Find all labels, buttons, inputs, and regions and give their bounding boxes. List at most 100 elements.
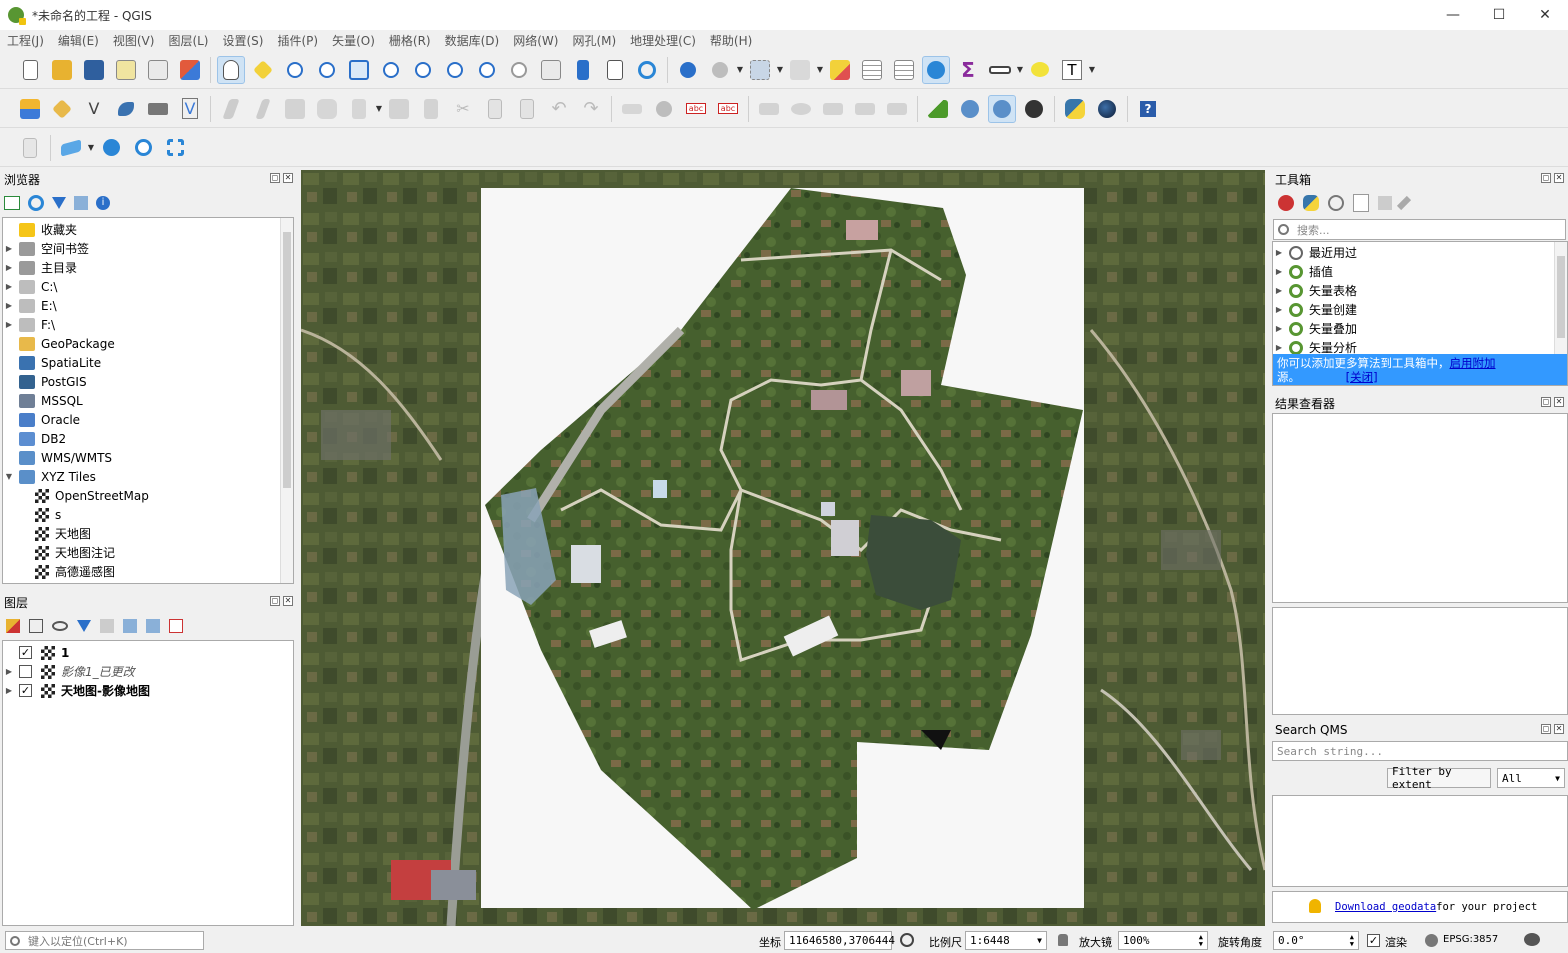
float-panel-button[interactable]: ◻ [1541,724,1551,734]
label-highlight-button[interactable]: abc [714,95,742,123]
expand-arrow-icon[interactable]: ▶ [3,301,15,310]
toolbox-group[interactable]: ▶ 插值 [1273,262,1567,281]
menu-vector[interactable]: 矢量(O) [325,32,382,49]
expand-arrow-icon[interactable]: ▶ [3,282,15,291]
menu-project[interactable]: 工程(J) [0,32,51,49]
layer-visibility-checkbox[interactable]: ✓ [19,684,32,697]
close-button[interactable]: ✕ [1522,0,1568,30]
style-manager-button[interactable] [176,56,204,84]
add-group-icon[interactable] [29,619,43,633]
qms-search-button[interactable] [988,94,1016,123]
enable-repository-link[interactable]: 启用附加 [1450,356,1496,370]
new-geopackage-layer-button[interactable] [48,95,76,123]
browser-item[interactable]: ▶ 空间书签 [3,239,293,258]
select-by-value-button[interactable] [786,56,814,84]
filter-icon[interactable] [77,620,91,632]
render-checkbox[interactable]: ✓ [1367,934,1380,947]
new-map-view-button[interactable] [537,56,565,84]
zoom-full-button[interactable] [345,56,373,84]
redo-button[interactable]: ↷ [577,95,605,123]
browser-item[interactable]: ▼ XYZ Tiles [3,467,293,486]
filter-legend-icon[interactable] [100,619,114,633]
diagram-properties-button[interactable] [755,95,783,123]
xyz-tile-item[interactable]: OpenStreetMap [3,486,293,505]
map-canvas[interactable] [301,170,1265,926]
browser-item[interactable]: WMS/WMTS [3,448,293,467]
close-panel-button[interactable]: ✕ [283,173,293,183]
collapse-all-icon[interactable] [146,619,160,633]
new-print-layout-button[interactable] [112,56,140,84]
filter-icon[interactable] [52,197,66,209]
deselect-all-button[interactable] [826,56,854,84]
modify-attributes-button[interactable] [385,95,413,123]
fullscreen-button[interactable] [161,134,189,162]
current-edits-button[interactable] [217,95,245,123]
maximize-button[interactable]: ☐ [1476,0,1522,30]
change-label-button[interactable] [883,95,911,123]
browser-item[interactable]: MSSQL [3,391,293,410]
chevron-down-icon[interactable]: ▼ [375,95,383,123]
chevron-down-icon[interactable]: ▼ [736,56,744,84]
coordinate-field[interactable]: 11646580,3706444 [784,931,895,950]
run-action-button[interactable] [706,56,734,84]
xyz-tile-item[interactable]: 天地图 [3,524,293,543]
qms-search-input[interactable]: Search string... [1272,741,1568,761]
new-spatialite-layer-button[interactable] [112,95,140,123]
menu-processing[interactable]: 地理处理(C) [623,32,703,49]
float-panel-button[interactable]: ◻ [1541,173,1551,183]
menu-raster[interactable]: 栅格(R) [382,32,438,49]
layer-item[interactable]: ▶ ✓ 天地图-影像地图 [3,681,293,700]
eye-icon[interactable] [52,621,68,631]
metasearch-button[interactable] [1020,95,1048,123]
new-temporary-layer-button[interactable] [144,95,172,123]
expand-arrow-icon[interactable]: ▶ [1273,248,1285,257]
expand-arrow-icon[interactable]: ▶ [3,320,15,329]
globe-button[interactable] [1093,95,1121,123]
zoom-next-button[interactable] [505,56,533,84]
help-button[interactable]: ? [1134,95,1162,123]
expand-arrow-icon[interactable]: ▼ [3,472,15,481]
copy-features-button[interactable] [481,95,509,123]
new-project-button[interactable] [16,56,44,84]
paste-features-button[interactable] [513,95,541,123]
zoom-in-button[interactable] [281,56,309,84]
info-icon[interactable]: i [96,196,110,210]
expand-all-icon[interactable] [123,619,137,633]
settings-button[interactable] [97,134,125,162]
chevron-down-icon[interactable]: ▼ [776,56,784,84]
zoom-out-button[interactable] [313,56,341,84]
add-feature-button[interactable] [313,95,341,123]
toggle-extents-icon[interactable] [900,933,914,947]
new-virtual-layer-button[interactable]: V [176,95,204,123]
expand-arrow-icon[interactable]: ▶ [1273,305,1285,314]
float-panel-button[interactable]: ◻ [270,596,280,606]
wrench-icon[interactable] [1396,195,1412,211]
lock-scale-icon[interactable] [1058,934,1068,946]
toolbox-group[interactable]: ▶ 矢量创建 [1273,300,1567,319]
float-panel-button[interactable]: ◻ [1541,397,1551,407]
expand-arrow-icon[interactable]: ▶ [1273,343,1285,352]
float-panel-button[interactable]: ◻ [270,173,280,183]
xyz-tile-item[interactable]: 高德遥感图 [3,562,293,581]
style-panel-icon[interactable] [6,619,20,633]
browser-item[interactable]: ▶ E:\ [3,296,293,315]
show-hide-labels-button[interactable] [787,95,815,123]
select-features-button[interactable] [746,56,774,84]
toolbox-search-input[interactable]: 搜索... [1273,219,1566,240]
add-layer-button[interactable] [57,134,85,162]
expand-arrow-icon[interactable]: ▶ [1273,286,1285,295]
messages-icon[interactable] [1524,933,1540,946]
browser-item[interactable]: Oracle [3,410,293,429]
menu-edit[interactable]: 编辑(E) [51,32,106,49]
menu-layer[interactable]: 图层(L) [161,32,215,49]
edit-features-icon[interactable] [1378,196,1392,210]
show-bookmarks-button[interactable] [601,56,629,84]
history-icon[interactable] [1328,195,1344,211]
add-selected-layers-icon[interactable] [4,196,20,210]
label-pin-button[interactable]: abc [682,95,710,123]
layer-visibility-checkbox[interactable] [19,665,32,678]
rotation-spinbox[interactable]: 0.0° ▲ ▼ [1273,931,1359,950]
filter-by-extent-button[interactable]: Filter by extent [1387,765,1491,791]
qms-filter-select[interactable]: All ▼ [1497,768,1565,788]
collapse-all-icon[interactable] [74,196,88,210]
